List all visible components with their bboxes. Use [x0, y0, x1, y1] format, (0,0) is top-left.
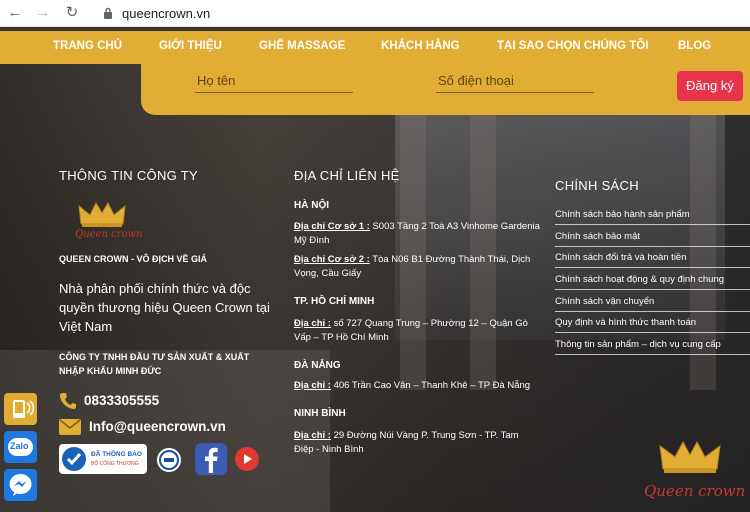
register-button[interactable]: Đăng ký: [677, 71, 743, 101]
main-nav: TRANG CHỦ GIỚI THIỆU GHẾ MASSAGE KHÁCH H…: [0, 31, 750, 64]
phone-input[interactable]: Số điện thoại: [436, 73, 594, 93]
policy-link-privacy[interactable]: Chính sách bảo mật: [555, 231, 750, 247]
address-label: Địa chỉ Cơ sở 2 :: [294, 254, 370, 265]
nav-item-customers[interactable]: KHÁCH HÀNG: [381, 40, 460, 52]
email-row[interactable]: Info@queencrown.vn: [59, 418, 259, 438]
name-input-placeholder: Họ tên: [197, 73, 236, 88]
address-text: 406 Trần Cao Vân – Thanh Khê – TP Đà Nẵn…: [330, 380, 531, 391]
policy-link-product-info[interactable]: Thông tin sản phẩm – dịch vụ cung cấp: [555, 339, 750, 355]
name-input[interactable]: Họ tên: [195, 73, 353, 93]
zalo-label: Zalo: [10, 441, 29, 451]
reload-icon[interactable]: ↻: [63, 4, 81, 22]
address-label: Địa chỉ :: [294, 380, 331, 391]
address-hanoi-1: Địa chỉ Cơ sở 1 : S003 Tầng 2 Toà A3 Vin…: [294, 220, 540, 248]
phone-input-placeholder: Số điện thoại: [438, 73, 514, 88]
messenger-float-button[interactable]: [4, 469, 37, 501]
browser-address-bar: ← → ↻ queencrown.vn: [0, 0, 750, 27]
policy-heading: CHÍNH SÁCH: [555, 178, 639, 193]
company-column: THÔNG TIN CÔNG TY Queen crown QUEEN CROW…: [59, 168, 279, 475]
url-text[interactable]: queencrown.vn: [122, 6, 210, 21]
company-slogan: QUEEN CROWN - VÔ ĐỊCH VỀ GIÁ: [59, 254, 208, 264]
company-legal-name: CÔNG TY TNHH ĐẦU TƯ SẢN XUẤT & XUẤT NHẬP…: [59, 352, 250, 376]
address-label: Địa chỉ Cơ sở 1 :: [294, 221, 370, 232]
company-heading: THÔNG TIN CÔNG TY: [59, 168, 198, 183]
call-float-button[interactable]: [4, 393, 37, 425]
nav-item-blog[interactable]: BLOG: [678, 40, 711, 52]
youtube-icon[interactable]: [234, 446, 260, 472]
email-icon: [59, 419, 81, 435]
address-label: Địa chỉ :: [294, 430, 331, 441]
certification-seal-icon[interactable]: [156, 447, 182, 473]
policy-link-returns[interactable]: Chính sách đổi trả và hoàn tiền: [555, 252, 750, 268]
company-logo: Queen crown: [71, 200, 143, 246]
company-logo-text: Queen crown: [75, 229, 143, 240]
address-danang: Địa chỉ : 406 Trần Cao Vân – Thanh Khê –…: [294, 379, 540, 393]
city-ninhbinh: NINH BÌNH: [294, 408, 346, 419]
crown-icon: [78, 201, 126, 227]
company-phone: 0833305555: [84, 393, 160, 408]
company-description: Nhà phân phối chính thức và độc quyền th…: [59, 281, 270, 334]
policy-link-warranty[interactable]: Chính sách bảo hành sản phẩm: [555, 209, 750, 225]
city-hcm: TP. HỒ CHÍ MINH: [294, 296, 375, 307]
nav-item-about[interactable]: GIỚI THIỆU: [159, 40, 222, 52]
address-hcm: Địa chỉ : số 727 Quang Trung – Phường 12…: [294, 317, 540, 345]
lock-icon: [104, 7, 112, 19]
company-email: Info@queencrown.vn: [89, 419, 226, 434]
register-form: Họ tên Số điện thoại Đăng ký: [141, 63, 750, 115]
messenger-icon: [9, 474, 32, 496]
contact-heading: ĐỊA CHỈ LIÊN HỆ: [294, 168, 400, 183]
phone-icon: [60, 393, 76, 409]
registered-badge[interactable]: ĐÃ THÔNG BÁO BỘ CÔNG THƯƠNG: [59, 444, 147, 474]
address-ninhbinh: Địa chỉ : 29 Đường Núi Vàng P. Trung Sơn…: [294, 429, 540, 457]
nav-item-home[interactable]: TRANG CHỦ: [53, 40, 122, 52]
address-hanoi-2: Địa chỉ Cơ sở 2 : Tòa N06 B1 Đường Thành…: [294, 253, 540, 281]
corner-logo-text: Queen crown: [644, 482, 746, 500]
policy-link-shipping[interactable]: Chính sách vận chuyển: [555, 296, 750, 312]
corner-logo: Queen crown: [644, 438, 746, 502]
nav-item-massage-chairs[interactable]: GHẾ MASSAGE: [259, 40, 345, 52]
city-danang: ĐÀ NẴNG: [294, 360, 341, 371]
zalo-float-button[interactable]: Zalo: [4, 431, 37, 463]
badge-text: ĐÃ THÔNG BÁO: [91, 451, 142, 458]
contact-column: ĐỊA CHỈ LIÊN HỆ HÀ NỘI Địa chỉ Cơ sở 1 :…: [294, 168, 544, 455]
policy-column: CHÍNH SÁCH Chính sách bảo hành sản phẩm …: [555, 178, 750, 378]
city-hanoi: HÀ NỘI: [294, 200, 329, 211]
phone-row[interactable]: 0833305555: [59, 392, 259, 412]
facebook-icon[interactable]: [195, 443, 227, 475]
crown-icon: [659, 440, 721, 473]
badge-subtext: BỘ CÔNG THƯƠNG: [91, 461, 139, 467]
check-icon: [62, 447, 86, 471]
back-arrow-icon[interactable]: ←: [6, 4, 24, 22]
forward-arrow-icon[interactable]: →: [34, 4, 52, 22]
policy-link-operations[interactable]: Chính sách hoạt động & quy định chung: [555, 274, 750, 290]
address-label: Địa chỉ :: [294, 318, 331, 329]
nav-item-why-us[interactable]: TẠI SAO CHỌN CHÚNG TÔI: [497, 40, 648, 52]
policy-link-payment[interactable]: Quy định và hình thức thanh toán: [555, 317, 750, 333]
phone-ring-icon: [13, 400, 35, 418]
